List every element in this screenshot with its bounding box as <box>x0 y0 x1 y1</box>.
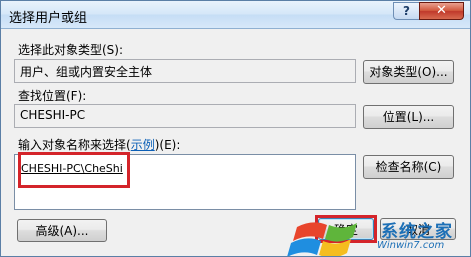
check-names-button[interactable]: 检查名称(C) <box>363 155 454 179</box>
location-value: CHESHI-PC <box>20 108 86 122</box>
object-names-label-prefix: 输入对象名称来选择( <box>18 138 131 152</box>
cancel-button[interactable]: 取消 <box>380 218 456 240</box>
advanced-button[interactable]: 高级(A)... <box>17 219 107 242</box>
examples-link[interactable]: 示例 <box>131 138 155 152</box>
close-icon: ✕ <box>436 3 447 18</box>
object-names-label-suffix: )(E): <box>154 138 181 152</box>
object-names-input[interactable]: CHESHI-PC\CheShi <box>14 152 356 210</box>
object-name-entry[interactable]: CHESHI-PC\CheShi <box>21 162 123 175</box>
object-types-button[interactable]: 对象类型(O)... <box>363 60 454 84</box>
locations-button-label: 位置(L)... <box>382 110 435 124</box>
object-types-button-label: 对象类型(O)... <box>369 65 448 79</box>
ok-highlight-box <box>315 215 377 243</box>
close-button[interactable]: ✕ <box>419 2 464 20</box>
help-button[interactable]: ? <box>393 2 419 20</box>
help-icon: ? <box>403 4 410 18</box>
location-label: 查找位置(F): <box>18 89 87 103</box>
object-type-value: 用户、组或内置安全主体 <box>20 65 153 79</box>
select-users-dialog: 选择用户或组 ? ✕ 选择此对象类型(S): 用户、组或内置安全主体 对象类型(… <box>0 0 471 257</box>
object-type-field: 用户、组或内置安全主体 <box>14 59 356 83</box>
title-bar[interactable]: 选择用户或组 ? ✕ <box>1 1 470 29</box>
object-names-label: 输入对象名称来选择(示例)(E): <box>18 136 180 153</box>
advanced-button-label: 高级(A)... <box>35 224 89 238</box>
location-field: CHESHI-PC <box>14 104 356 128</box>
dialog-title: 选择用户或组 <box>9 11 88 26</box>
locations-button[interactable]: 位置(L)... <box>363 105 454 129</box>
check-names-button-label: 检查名称(C) <box>375 160 442 174</box>
object-type-label: 选择此对象类型(S): <box>18 43 124 57</box>
watermark-url: Winwin7.com <box>377 240 445 251</box>
cancel-button-label: 取消 <box>405 223 430 237</box>
